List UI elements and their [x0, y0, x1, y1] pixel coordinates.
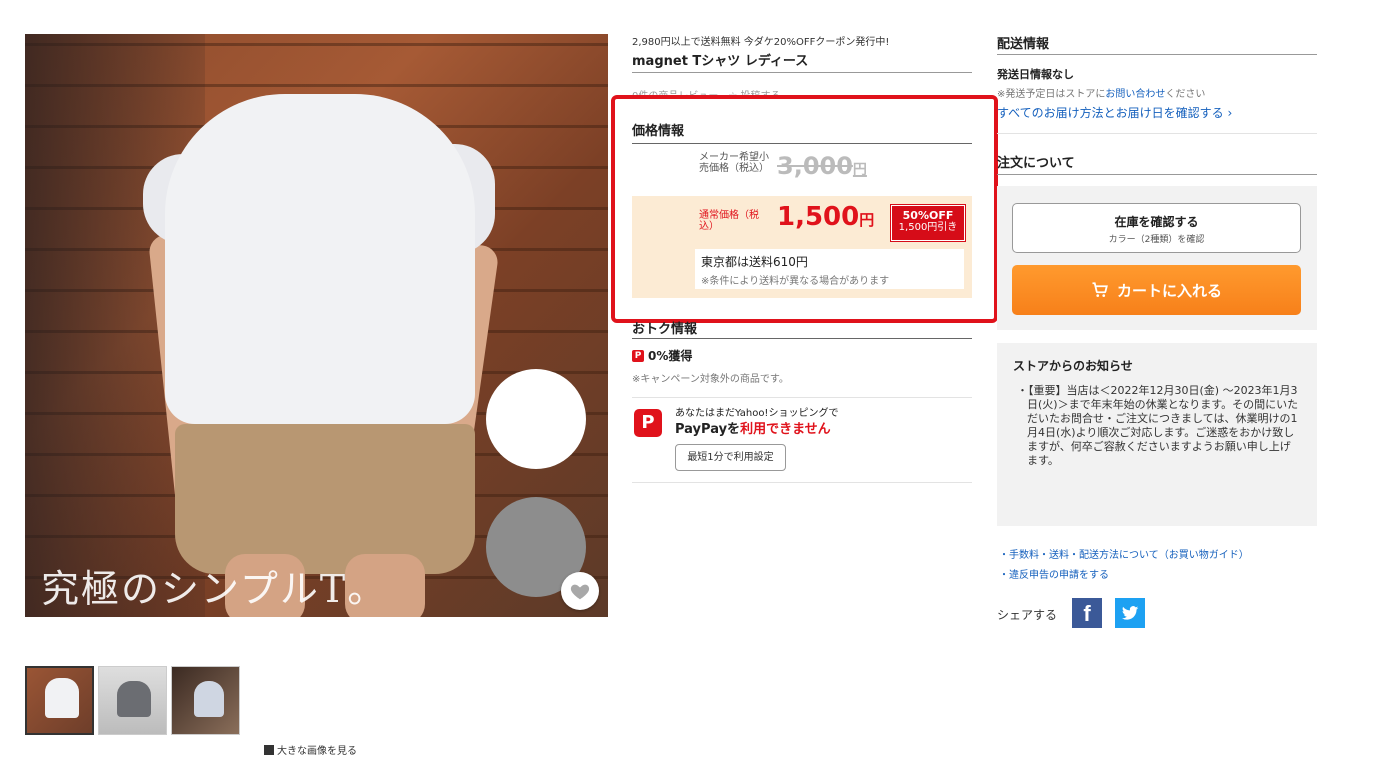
shipping-info: 東京都は送料610円 ※条件により送料が異なる場合があります: [695, 249, 964, 289]
share-label: シェアする: [997, 608, 1058, 622]
view-large-image-link[interactable]: 大きな画像を見る: [264, 742, 357, 757]
image-shorts: [175, 424, 475, 574]
divider: [997, 174, 1317, 175]
favorite-button[interactable]: [561, 572, 599, 610]
image-caption: 究極のシンプルT。: [41, 567, 388, 611]
msrp-label: メーカー希望小売価格（税込）: [699, 152, 769, 174]
sale-price: 1,500円: [777, 202, 875, 232]
twitter-share-icon[interactable]: [1115, 598, 1145, 628]
check-stock-button[interactable]: 在庫を確認する カラー（2種類）を確認: [1012, 203, 1301, 253]
heart-icon: [570, 584, 590, 600]
divider: [997, 133, 1317, 134]
price-heading: 価格情報: [632, 124, 685, 139]
notice-body: ・【重要】当店は＜2022年12月30日(金) ～2023年1月3日(火)＞まで…: [1017, 384, 1299, 467]
deals-heading: おトク情報: [632, 322, 698, 337]
paypay-point-icon: P: [632, 349, 644, 362]
divider: [632, 72, 972, 73]
campaign-note: ※キャンペーン対象外の商品です。: [632, 374, 789, 385]
thumbnail-1[interactable]: [25, 666, 94, 735]
store-notice: ストアからのお知らせ ・【重要】当店は＜2022年12月30日(金) ～2023…: [997, 343, 1317, 526]
ship-note: ※発送予定日はストアにお問い合わせください: [997, 89, 1206, 100]
paypay-status: PayPayを利用できません: [675, 422, 831, 437]
ship-date: 発送日情報なし: [997, 68, 1074, 81]
notice-title: ストアからのお知らせ: [1013, 359, 1133, 373]
add-to-cart-button[interactable]: カートに入れる: [1012, 265, 1301, 315]
report-violation-link[interactable]: ・違反申告の申請をする: [999, 566, 1109, 581]
sale-label: 通常価格（税込）: [699, 210, 759, 232]
product-title: magnet Tシャツ レディース: [632, 54, 809, 69]
twitter-bird-icon: [1121, 606, 1139, 620]
divider: [632, 482, 972, 483]
order-heading: 注文について: [997, 156, 1075, 171]
view-large-label: 大きな画像を見る: [277, 746, 357, 757]
thumbnail-3[interactable]: [171, 666, 240, 735]
paypay-message: あなたはまだYahoo!ショッピングで: [675, 408, 839, 419]
paypay-logo-icon: P: [634, 409, 662, 437]
color-swatch-white[interactable]: [486, 369, 586, 469]
delivery-heading: 配送情報: [997, 37, 1050, 52]
contact-store-link[interactable]: お問い合わせ: [1105, 89, 1165, 100]
points-earned: P 0%獲得: [632, 347, 692, 364]
divider: [632, 338, 972, 339]
shopping-guide-link[interactable]: ・手数料・送料・配送方法について（お買い物ガイド）: [999, 546, 1249, 561]
divider: [632, 397, 972, 398]
facebook-share-icon[interactable]: f: [1072, 598, 1102, 628]
paypay-setup-button[interactable]: 最短1分で利用設定: [675, 444, 786, 471]
image-tshirt: [165, 94, 475, 424]
product-main-image[interactable]: 究極のシンプルT。: [25, 34, 608, 617]
thumbnail-strip: [25, 666, 240, 735]
cart-icon: [1092, 282, 1108, 297]
divider: [997, 54, 1317, 55]
image-icon: [264, 744, 274, 755]
thumbnail-2[interactable]: [98, 666, 167, 735]
msrp-price: 3,000円: [777, 152, 867, 180]
discount-badge: 50%OFF 1,500円引き: [890, 204, 966, 242]
all-delivery-link[interactable]: すべてのお届け方法とお届け日を確認する ›: [997, 104, 1232, 121]
divider: [632, 143, 972, 144]
promo-text: 2,980円以上で送料無料 今ダケ20%OFFクーポン発行中!: [632, 37, 890, 48]
